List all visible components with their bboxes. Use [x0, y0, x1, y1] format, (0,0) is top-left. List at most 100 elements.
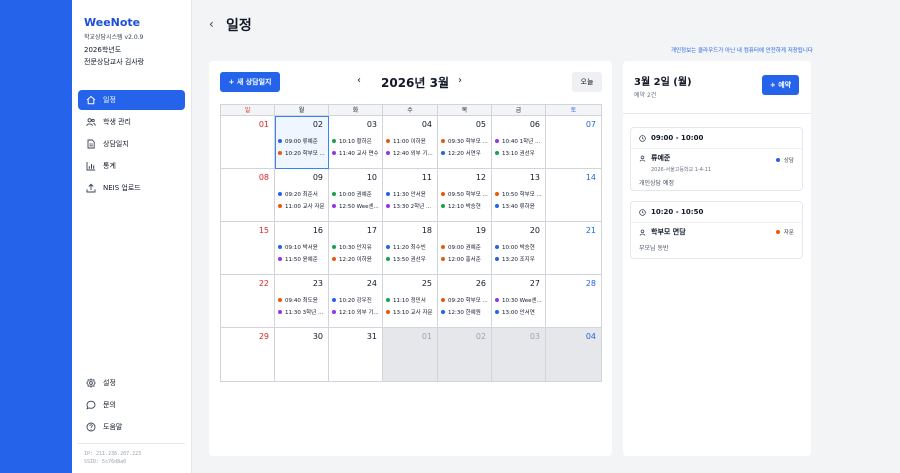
calendar-day-cell[interactable]: 17 10:30 안지유 12:20 이하윤: [329, 222, 383, 275]
calendar-day-cell[interactable]: 27 10:30 Wee센... 13:00 안서연: [492, 275, 546, 328]
calendar-event[interactable]: 12:40 외부 기...: [386, 147, 435, 159]
sidebar-item-counsel-log[interactable]: 상담일지: [78, 134, 185, 154]
calendar-event[interactable]: 10:00 권예준: [332, 188, 380, 200]
calendar-day-cell[interactable]: 03 10:10 황하은 11:40 교사 면수: [329, 116, 383, 169]
calendar-event[interactable]: 11:50 윤예준: [278, 253, 326, 265]
event-color-dot: [441, 192, 445, 196]
calendar-event[interactable]: 13:20 조지우: [495, 253, 543, 265]
calendar-day-cell[interactable]: 30: [275, 328, 329, 381]
calendar-event[interactable]: 11:10 정민서: [386, 294, 435, 306]
calendar-event[interactable]: 10:10 황하은: [332, 135, 380, 147]
calendar-event[interactable]: 12:10 외부 기...: [332, 306, 380, 318]
calendar-event[interactable]: 09:50 학부모 ...: [441, 188, 489, 200]
calendar-event[interactable]: 09:20 학부모 ...: [441, 294, 489, 306]
sidebar-item-help[interactable]: 도움말: [78, 417, 185, 437]
calendar-day-cell[interactable]: 05 09:30 학부모 ... 12:20 서연우: [438, 116, 492, 169]
calendar-day-cell[interactable]: 11 11:30 안서윤 13:30 2학년 ...: [383, 169, 438, 222]
calendar-day-cell[interactable]: 01: [383, 328, 438, 381]
calendar-event[interactable]: 12:20 이하윤: [332, 253, 380, 265]
calendar-day-cell[interactable]: 08: [221, 169, 275, 222]
calendar-event[interactable]: 13:00 안서연: [495, 306, 543, 318]
calendar-event[interactable]: 12:30 한예원: [441, 306, 489, 318]
event-text: 12:10 외부 기...: [339, 310, 379, 316]
calendar-event[interactable]: 10:40 1학년 집...: [495, 135, 543, 147]
calendar-day-cell[interactable]: 02 09:00 류예준 10:20 학부모 ...: [275, 116, 329, 169]
sidebar-item-schedule[interactable]: 일정: [78, 90, 185, 110]
event-list: 09:40 최도윤 11:30 3학년 집단: [278, 294, 326, 318]
calendar-day-cell[interactable]: 10 10:00 권예준 12:50 Wee센...: [329, 169, 383, 222]
calendar-event[interactable]: 10:50 학부모 ...: [495, 188, 543, 200]
calendar-event[interactable]: 09:40 최도윤: [278, 294, 326, 306]
calendar-day-cell[interactable]: 01: [221, 116, 275, 169]
event-color-dot: [441, 204, 445, 208]
calendar-day-cell[interactable]: 06 10:40 1학년 집... 13:10 권선우: [492, 116, 546, 169]
calendar-day-cell[interactable]: 02: [438, 328, 492, 381]
sidebar-item-neis-upload[interactable]: NEIS 업로드: [78, 178, 185, 198]
calendar-day-cell[interactable]: 15: [221, 222, 275, 275]
sidebar-item-students[interactable]: 학생 관리: [78, 112, 185, 132]
sidebar-item-settings[interactable]: 설정: [78, 373, 185, 393]
back-chevron-icon[interactable]: ‹: [209, 17, 214, 31]
prev-month-icon[interactable]: ‹: [357, 75, 361, 86]
calendar-event[interactable]: 09:00 권예준: [441, 241, 489, 253]
calendar-event[interactable]: 09:10 박서윤: [278, 241, 326, 253]
calendar-day-cell[interactable]: 09 09:20 최준서 11:00 교사 자문: [275, 169, 329, 222]
today-button[interactable]: 오늘: [572, 72, 602, 92]
event-list: 11:20 최수빈 13:50 권선우: [386, 241, 435, 265]
calendar-event[interactable]: 10:20 학부모 ...: [278, 147, 326, 159]
next-month-icon[interactable]: ›: [458, 75, 462, 86]
appointment-card[interactable]: 09:00 - 10:00 류예준 2026-서울고등학교 1-4-11 상담 …: [630, 127, 803, 191]
calendar-day-cell[interactable]: 28: [546, 275, 601, 328]
calendar-day-cell[interactable]: 20 10:00 박승현 13:20 조지우: [492, 222, 546, 275]
calendar-day-cell[interactable]: 16 09:10 박서윤 11:50 윤예준: [275, 222, 329, 275]
calendar-day-cell[interactable]: 24 10:20 강우진 12:10 외부 기...: [329, 275, 383, 328]
calendar-day-cell[interactable]: 19 09:00 권예준 12:00 홍서준: [438, 222, 492, 275]
calendar-event[interactable]: 09:00 류예준: [278, 135, 326, 147]
calendar-event[interactable]: 12:20 서연우: [441, 147, 489, 159]
calendar-day-cell[interactable]: 13 10:50 학부모 ... 13:40 류하윤: [492, 169, 546, 222]
new-counsel-log-button[interactable]: + 새 상담일지: [220, 72, 280, 92]
day-number: 02: [475, 332, 486, 341]
sidebar-item-inquiry[interactable]: 문의: [78, 395, 185, 415]
calendar-event[interactable]: 11:00 이하윤: [386, 135, 435, 147]
calendar-event[interactable]: 13:10 교사 자문: [386, 306, 435, 318]
calendar-event[interactable]: 10:30 Wee센...: [495, 294, 543, 306]
calendar-day-cell[interactable]: 23 09:40 최도윤 11:30 3학년 집단: [275, 275, 329, 328]
calendar-event[interactable]: 13:50 권선우: [386, 253, 435, 265]
calendar-day-cell[interactable]: 18 11:20 최수빈 13:50 권선우: [383, 222, 438, 275]
calendar-day-cell[interactable]: 03: [492, 328, 546, 381]
calendar-day-cell[interactable]: 04: [546, 328, 601, 381]
calendar-day-cell[interactable]: 31: [329, 328, 383, 381]
calendar-day-cell[interactable]: 14: [546, 169, 601, 222]
day-number: 11: [421, 173, 432, 182]
add-appointment-button[interactable]: + 예약: [762, 75, 799, 95]
event-text: 10:50 학부모 ...: [502, 192, 542, 198]
appointment-card[interactable]: 10:20 - 10:50 학부모 면담 자문 부모님 동반: [630, 201, 803, 259]
calendar-day-cell[interactable]: 12 09:50 학부모 ... 12:10 박승현: [438, 169, 492, 222]
sidebar-item-statistics[interactable]: 통계: [78, 156, 185, 176]
calendar-event[interactable]: 10:00 박승현: [495, 241, 543, 253]
calendar-event[interactable]: 11:00 교사 자문: [278, 200, 326, 212]
calendar-day-cell[interactable]: 22: [221, 275, 275, 328]
calendar-event[interactable]: 13:40 류하윤: [495, 200, 543, 212]
calendar-day-cell[interactable]: 04 11:00 이하윤 12:40 외부 기...: [383, 116, 438, 169]
calendar-day-cell[interactable]: 29: [221, 328, 275, 381]
calendar-event[interactable]: 12:50 Wee센...: [332, 200, 380, 212]
calendar-event[interactable]: 11:40 교사 면수: [332, 147, 380, 159]
calendar-event[interactable]: 11:30 3학년 집단: [278, 306, 326, 318]
calendar-event[interactable]: 12:00 홍서준: [441, 253, 489, 265]
calendar-event[interactable]: 11:30 안서윤: [386, 188, 435, 200]
calendar-event[interactable]: 10:20 강우진: [332, 294, 380, 306]
calendar-event[interactable]: 10:30 안지유: [332, 241, 380, 253]
event-text: 10:00 박승현: [502, 245, 535, 251]
calendar-day-cell[interactable]: 26 09:20 학부모 ... 12:30 한예원: [438, 275, 492, 328]
calendar-event[interactable]: 11:20 최수빈: [386, 241, 435, 253]
calendar-day-cell[interactable]: 07: [546, 116, 601, 169]
calendar-day-cell[interactable]: 25 11:10 정민서 13:10 교사 자문: [383, 275, 438, 328]
calendar-day-cell[interactable]: 21: [546, 222, 601, 275]
calendar-event[interactable]: 13:10 권선우: [495, 147, 543, 159]
calendar-event[interactable]: 12:10 박승현: [441, 200, 489, 212]
calendar-event[interactable]: 09:30 학부모 ...: [441, 135, 489, 147]
calendar-event[interactable]: 09:20 최준서: [278, 188, 326, 200]
calendar-event[interactable]: 13:30 2학년 ...: [386, 200, 435, 212]
